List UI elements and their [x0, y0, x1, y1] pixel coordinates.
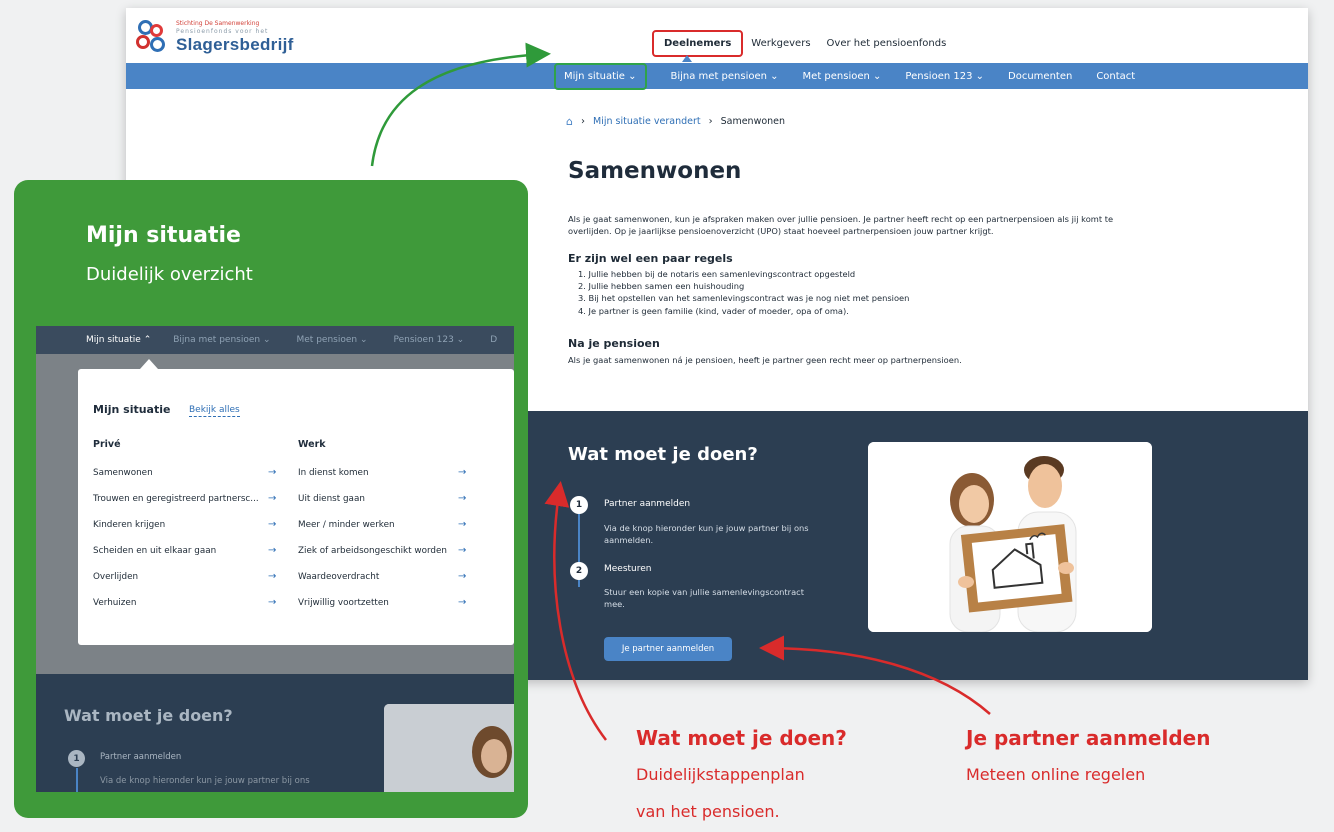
column-heading-prive: Privé	[93, 439, 121, 450]
callout-steps-connector	[76, 768, 78, 792]
callout-nav-met-pensioen[interactable]: Met pensioen ⌄	[297, 335, 368, 345]
callout-step-number: 1	[68, 750, 85, 767]
menu-item-overlijden[interactable]: Overlijden	[93, 572, 138, 582]
annotation-cta-line-1: Meteen online regelen	[966, 765, 1146, 784]
arrow-right-icon[interactable]: →	[268, 571, 276, 582]
arrow-right-icon[interactable]: →	[268, 597, 276, 608]
menu-item-samenwonen[interactable]: Samenwonen	[93, 468, 153, 478]
callout-todo-title: Wat moet je doen?	[64, 706, 233, 725]
callout-menu-screenshot: Mijn situatie ⌃ Bijna met pensioen ⌄ Met…	[36, 326, 514, 792]
annotation-todo-title: Wat moet je doen?	[636, 726, 847, 750]
callout-nav-pensioen-123[interactable]: Pensioen 123 ⌄	[394, 335, 465, 345]
logo-line-1: Stichting De Samenwerking	[176, 20, 260, 27]
column-heading-werk: Werk	[298, 439, 326, 450]
menu-item-in-dienst-komen[interactable]: In dienst komen	[298, 468, 369, 478]
home-icon[interactable]: ⌂	[566, 115, 573, 128]
callout-nav-truncated[interactable]: D	[490, 335, 497, 345]
menu-item-trouwen[interactable]: Trouwen en geregistreerd partnersc...	[93, 494, 259, 504]
menu-item-meer-minder-werken[interactable]: Meer / minder werken	[298, 520, 395, 530]
arrow-right-icon[interactable]: →	[268, 545, 276, 556]
couple-photo	[868, 442, 1152, 632]
woman-photo-crop	[384, 704, 514, 792]
bekijk-alles-link[interactable]: Bekijk alles	[189, 405, 240, 417]
logo-rings-icon	[136, 20, 172, 54]
after-pension-heading: Na je pensioen	[568, 337, 660, 350]
arrow-right-icon[interactable]: →	[458, 519, 466, 530]
logo-name: Slagersbedrijf	[176, 35, 294, 54]
menu-item-verhuizen[interactable]: Verhuizen	[93, 598, 136, 608]
list-item: 4. Je partner is geen familie (kind, vad…	[578, 305, 849, 316]
menu-item-vrijwillig-voortzetten[interactable]: Vrijwillig voortzetten	[298, 598, 389, 608]
nav-documenten[interactable]: Documenten	[1008, 71, 1072, 82]
callout-todo-section: Wat moet je doen? 1 Partner aanmelden Vi…	[36, 674, 514, 792]
intro-paragraph: Als je gaat samenwonen, kun je afspraken…	[568, 214, 1114, 236]
active-tab-marker	[682, 55, 692, 62]
nav-contact[interactable]: Contact	[1096, 71, 1135, 82]
dropdown-pointer	[140, 359, 158, 369]
annotation-todo-line-1: Duidelijkstappenplan	[636, 765, 805, 784]
callout-nav-bijna-met-pensioen[interactable]: Bijna met pensioen ⌄	[173, 335, 270, 345]
main-navigation-bar: Mijn situatie ⌄ Bijna met pensioen ⌄ Met…	[126, 62, 1308, 90]
callout-step-text: Via de knop hieronder kun je jouw partne…	[100, 776, 310, 786]
breadcrumb-current: Samenwonen	[720, 116, 786, 127]
step-title-2: Meesturen	[604, 564, 652, 574]
after-pension-text: Als je gaat samenwonen ná je pensioen, h…	[568, 355, 962, 365]
partner-aanmelden-button[interactable]: Je partner aanmelden	[604, 637, 732, 661]
topnav-deelnemers[interactable]: Deelnemers	[652, 30, 744, 57]
step-text-2: Stuur een kopie van jullie samenlevingsc…	[604, 587, 804, 609]
callout-title: Mijn situatie	[86, 223, 241, 248]
site-logo[interactable]: Stichting De Samenwerking Pensioenfonds …	[136, 20, 294, 54]
step-text-1: Via de knop hieronder kun je jouw partne…	[604, 523, 809, 545]
step-number-2: 2	[570, 562, 588, 580]
topnav-over-het-pensioenfonds[interactable]: Over het pensioenfonds	[819, 32, 955, 55]
list-item: 1. Jullie hebben bij de notaris een same…	[578, 269, 856, 279]
menu-item-uit-dienst-gaan[interactable]: Uit dienst gaan	[298, 494, 365, 504]
callout-mijn-situatie: Mijn situatie Duidelijk overzicht Mijn s…	[14, 180, 528, 818]
nav-pensioen-123[interactable]: Pensioen 123 ⌄	[905, 71, 984, 82]
callout-subtitle: Duidelijk overzicht	[86, 264, 253, 285]
nav-bijna-met-pensioen[interactable]: Bijna met pensioen ⌄	[671, 71, 779, 82]
annotation-todo-line-2: van het pensioen.	[636, 802, 780, 821]
rules-list: 1. Jullie hebben bij de notaris een same…	[578, 268, 909, 317]
todo-title: Wat moet je doen?	[568, 444, 758, 465]
menu-item-scheiden[interactable]: Scheiden en uit elkaar gaan	[93, 546, 216, 556]
breadcrumb-link-mijn-situatie-verandert[interactable]: Mijn situatie verandert	[593, 116, 701, 127]
list-item: 3. Bij het opstellen van het samenleving…	[578, 293, 910, 304]
annotation-cta-title: Je partner aanmelden	[966, 726, 1211, 750]
arrow-right-icon[interactable]: →	[458, 545, 466, 556]
callout-step-title: Partner aanmelden	[100, 752, 182, 762]
step-number-1: 1	[570, 496, 588, 514]
arrow-right-icon[interactable]: →	[458, 597, 466, 608]
menu-item-kinderen-krijgen[interactable]: Kinderen krijgen	[93, 520, 165, 530]
topnav-werkgevers[interactable]: Werkgevers	[743, 32, 818, 55]
list-item: 2. Jullie hebben samen een huishouding	[578, 281, 745, 292]
top-navigation: Deelnemers Werkgevers Over het pensioenf…	[652, 30, 954, 57]
arrow-right-icon[interactable]: →	[458, 493, 466, 504]
callout-nav-mijn-situatie[interactable]: Mijn situatie ⌃	[86, 335, 151, 345]
menu-item-waardeoverdracht[interactable]: Waardeoverdracht	[298, 572, 379, 582]
nav-met-pensioen[interactable]: Met pensioen ⌄	[803, 71, 882, 82]
menu-item-ziek-of-arbeidsongeschikt[interactable]: Ziek of arbeidsongeschikt worden	[298, 546, 447, 556]
callout-navigation-bar: Mijn situatie ⌃ Bijna met pensioen ⌄ Met…	[36, 326, 514, 354]
arrow-right-icon[interactable]: →	[458, 467, 466, 478]
breadcrumb-separator: ›	[708, 116, 713, 127]
arrow-right-icon[interactable]: →	[458, 571, 466, 582]
step-title-1: Partner aanmelden	[604, 499, 691, 509]
nav-mijn-situatie[interactable]: Mijn situatie ⌄	[554, 62, 647, 90]
arrow-right-icon[interactable]: →	[268, 467, 276, 478]
rules-heading: Er zijn wel een paar regels	[568, 252, 733, 265]
mega-menu-dropdown: Mijn situatie Bekijk alles Privé Werk Sa…	[78, 369, 514, 645]
arrow-right-icon[interactable]: →	[268, 519, 276, 530]
couple-holding-frame-illustration	[868, 442, 1152, 632]
arrow-right-icon[interactable]: →	[268, 493, 276, 504]
page-title: Samenwonen	[568, 158, 742, 184]
breadcrumb-separator: ›	[580, 116, 585, 127]
callout-photo	[384, 704, 514, 792]
mega-menu-title: Mijn situatie	[93, 403, 171, 416]
breadcrumb: ⌂ › Mijn situatie verandert › Samenwonen	[566, 115, 785, 128]
